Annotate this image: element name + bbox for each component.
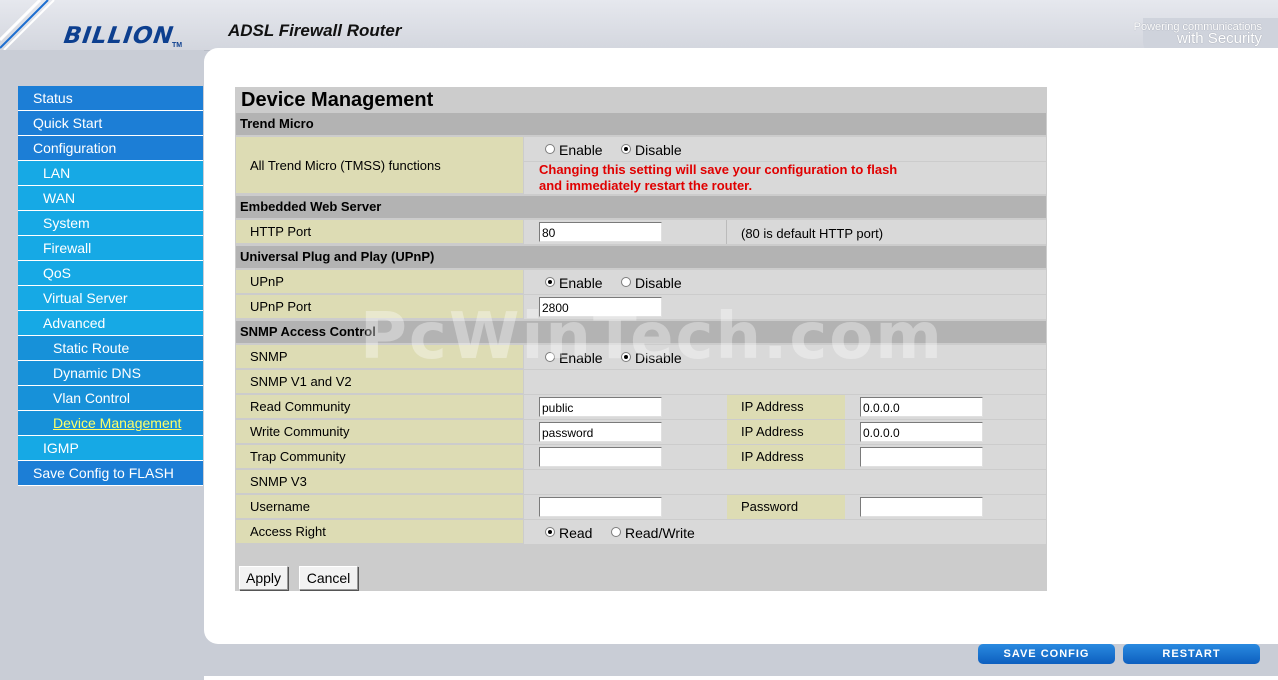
trend-micro-disable-label: Disable [635,142,682,158]
access-read-radio[interactable] [545,527,555,537]
sidebar-item-firewall[interactable]: Firewall [18,236,203,261]
sidebar-item-quick-start[interactable]: Quick Start [18,111,203,136]
read-community-label: Read Community [236,395,523,419]
upnp-enable-label: Enable [559,275,603,291]
trend-micro-disable-radio[interactable] [621,144,631,154]
http-port-label: HTTP Port [236,220,523,244]
password-input[interactable] [860,497,983,517]
warning-line2: and immediately restart the router. [539,178,753,193]
save-config-button[interactable]: SAVE CONFIG [978,644,1115,664]
bottom-divider [204,676,1278,680]
section-embedded-web-server: Embedded Web Server [236,196,1046,218]
sidebar-item-save-config-to-flash[interactable]: Save Config to FLASH [18,461,203,486]
sidebar-item-static-route[interactable]: Static Route [18,336,203,361]
header-bar: BILLION TM ADSL Firewall Router [0,0,1278,51]
sidebar-item-vlan-control[interactable]: Vlan Control [18,386,203,411]
trap-ip-label: IP Address [727,445,845,469]
sidebar-item-configuration[interactable]: Configuration [18,136,203,161]
write-ip-label: IP Address [727,420,845,444]
sidebar-item-qos[interactable]: QoS [18,261,203,286]
section-trend-micro: Trend Micro [236,113,1046,135]
watermark: PcWinTech.com [360,300,944,374]
username-input[interactable] [539,497,662,517]
sidebar-menu: Status Quick Start Configuration LAN WAN… [18,86,203,486]
write-ip-input[interactable]: 0.0.0.0 [860,422,983,442]
snmp-v3-label: SNMP V3 [236,470,523,494]
access-read-write-label: Read/Write [625,525,695,541]
sidebar-item-advanced[interactable]: Advanced [18,311,203,336]
upnp-disable-label: Disable [635,275,682,291]
restart-button[interactable]: RESTART [1123,644,1260,664]
access-right-label: Access Right [236,520,523,544]
tagline-line2: with Security [1176,30,1262,47]
password-label: Password [727,495,845,519]
upnp-disable-radio[interactable] [621,277,631,287]
trap-community-input[interactable] [539,447,662,467]
billion-logo: BILLION [62,23,176,49]
trap-community-label: Trap Community [236,445,523,469]
cancel-button[interactable]: Cancel [299,566,358,590]
trend-micro-enable-radio[interactable] [545,144,555,154]
sidebar-item-wan[interactable]: WAN [18,186,203,211]
sidebar-item-virtual-server[interactable]: Virtual Server [18,286,203,311]
sidebar-item-dynamic-dns[interactable]: Dynamic DNS [18,361,203,386]
logo-tm: TM [172,42,183,49]
trend-micro-label: All Trend Micro (TMSS) functions [236,137,523,194]
trend-micro-warning: Changing this setting will save your con… [539,162,897,194]
apply-button[interactable]: Apply [239,566,288,590]
access-read-label: Read [559,525,593,541]
app-title: ADSL Firewall Router [228,21,402,40]
sidebar-item-lan[interactable]: LAN [18,161,203,186]
http-port-hint: (80 is default HTTP port) [741,226,884,241]
bottom-strip [204,644,1278,680]
http-port-input[interactable]: 80 [539,222,662,242]
write-community-label: Write Community [236,420,523,444]
logo-stripes [0,0,55,50]
section-upnp: Universal Plug and Play (UPnP) [236,246,1046,268]
read-community-input[interactable]: public [539,397,662,417]
read-ip-label: IP Address [727,395,845,419]
snmp-v3-row [524,470,1046,495]
username-label: Username [236,495,523,519]
sidebar-item-status[interactable]: Status [18,86,203,111]
trend-micro-enable-label: Enable [559,142,603,158]
sidebar-item-system[interactable]: System [18,211,203,236]
access-right-row [524,520,1046,545]
warning-line1: Changing this setting will save your con… [539,162,898,177]
page-title: Device Management [241,89,434,111]
write-community-input[interactable]: password [539,422,662,442]
upnp-label: UPnP [236,270,523,294]
access-read-write-radio[interactable] [611,527,621,537]
column-divider [726,220,727,244]
tagline: Powering communications with Security [1134,21,1262,47]
sidebar-item-igmp[interactable]: IGMP [18,436,203,461]
sidebar-item-device-management[interactable]: Device Management [18,411,203,436]
upnp-enable-radio[interactable] [545,277,555,287]
read-ip-input[interactable]: 0.0.0.0 [860,397,983,417]
trap-ip-input[interactable] [860,447,983,467]
